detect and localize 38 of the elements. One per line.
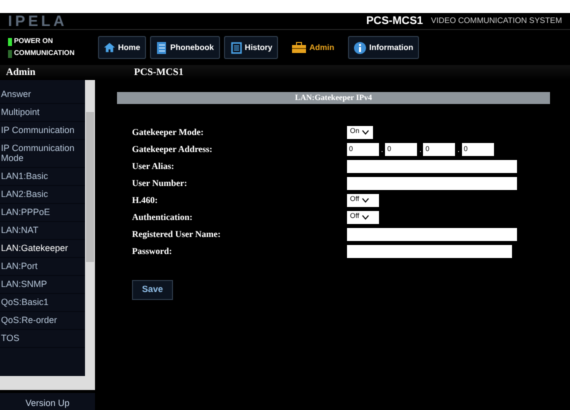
input-field[interactable] (347, 177, 517, 190)
field-label: User Alias: (132, 160, 176, 173)
device-name: PCS-MCS1 (134, 66, 184, 80)
panel-title-bar: LAN:Gatekeeper IPv4 (117, 92, 550, 104)
clipboard-icon (230, 42, 242, 54)
notebook-icon (156, 42, 168, 54)
input-field[interactable] (347, 228, 517, 241)
input-field[interactable] (347, 245, 512, 258)
field-label: Registered User Name: (132, 228, 222, 241)
nav-tab[interactable]: Phonebook (150, 36, 220, 59)
nav-tab[interactable]: Home (98, 36, 146, 59)
horizontal-scrollbar[interactable] (0, 376, 95, 390)
info-icon (354, 42, 366, 54)
field-label: Gatekeeper Address: (132, 143, 214, 156)
nav-tab[interactable]: History (224, 36, 278, 59)
field-label: Password: (132, 245, 173, 258)
save-button[interactable]: Save (132, 280, 174, 300)
nav-tab[interactable]: Information (348, 36, 420, 59)
caret-icon (362, 130, 370, 135)
caret-icon (362, 215, 370, 220)
dot-separator: . (419, 144, 422, 156)
nav-tab[interactable]: Admin (286, 36, 340, 59)
toolbox-icon (292, 42, 306, 53)
section-title: Admin (5, 66, 36, 80)
field-label: H.460: (132, 194, 159, 207)
home-icon (104, 42, 115, 53)
dot-separator: . (381, 144, 384, 156)
field-label: User Number: (132, 177, 188, 190)
field-label: Gatekeeper Mode: (132, 126, 205, 139)
tagline: VIDEO COMMUNICATION SYSTEM (431, 15, 562, 27)
device-model: PCS-MCS1 (366, 14, 424, 29)
caret-icon (362, 198, 370, 203)
logo: IPELA (8, 12, 68, 30)
input-field[interactable] (347, 160, 517, 173)
version-up-item[interactable]: Version Up (0, 393, 95, 410)
dot-separator: . (457, 144, 460, 156)
field-label: Authentication: (132, 211, 194, 224)
vertical-scrollbar[interactable] (85, 80, 95, 376)
